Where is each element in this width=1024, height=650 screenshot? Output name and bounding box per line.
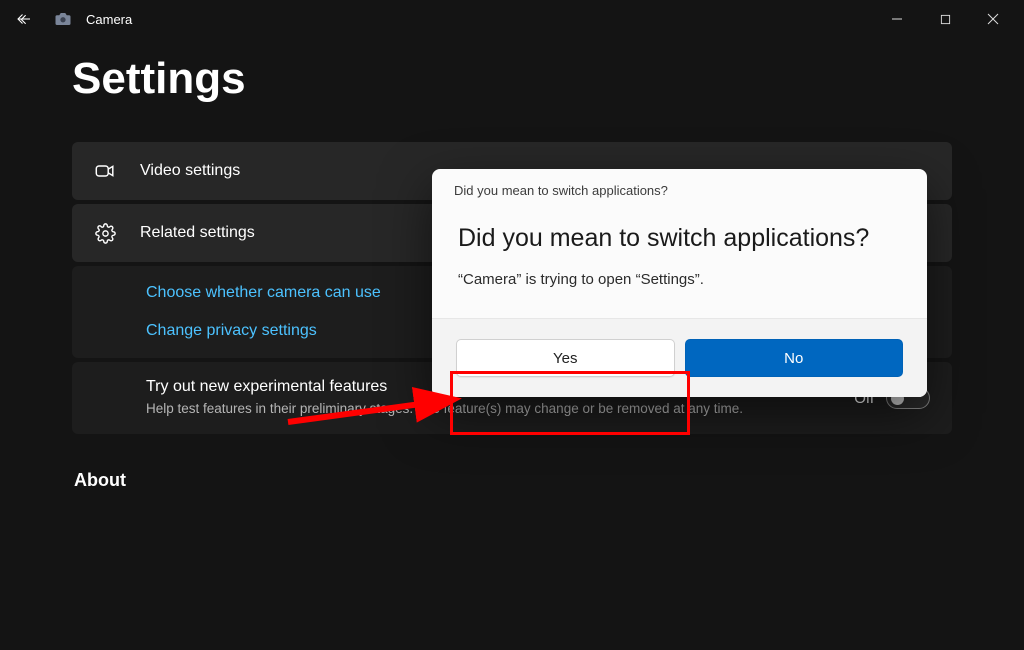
related-settings-label: Related settings — [140, 224, 255, 242]
titlebar-left: Camera — [8, 3, 132, 35]
page-title: Settings — [72, 54, 952, 104]
app-title: Camera — [86, 12, 132, 27]
gear-icon — [94, 222, 116, 244]
minimize-button[interactable] — [874, 3, 920, 35]
yes-button[interactable]: Yes — [456, 339, 675, 377]
dialog-heading: Did you mean to switch applications? — [458, 224, 901, 253]
no-button[interactable]: No — [685, 339, 904, 377]
dialog-text: “Camera” is trying to open “Settings”. — [458, 271, 901, 288]
back-button[interactable] — [8, 3, 40, 35]
window-controls — [874, 3, 1016, 35]
dialog-buttons: Yes No — [432, 318, 927, 397]
video-settings-label: Video settings — [140, 162, 240, 180]
switch-app-dialog: Did you mean to switch applications? Did… — [432, 169, 927, 397]
camera-icon — [54, 10, 72, 28]
close-button[interactable] — [970, 3, 1016, 35]
video-icon — [94, 160, 116, 182]
experimental-desc: Help test features in their preliminary … — [146, 400, 766, 418]
dialog-titlebar: Did you mean to switch applications? — [432, 169, 927, 198]
about-heading: About — [74, 470, 952, 491]
titlebar: Camera — [0, 0, 1024, 38]
maximize-button[interactable] — [922, 3, 968, 35]
dialog-body: Did you mean to switch applications? “Ca… — [432, 198, 927, 318]
